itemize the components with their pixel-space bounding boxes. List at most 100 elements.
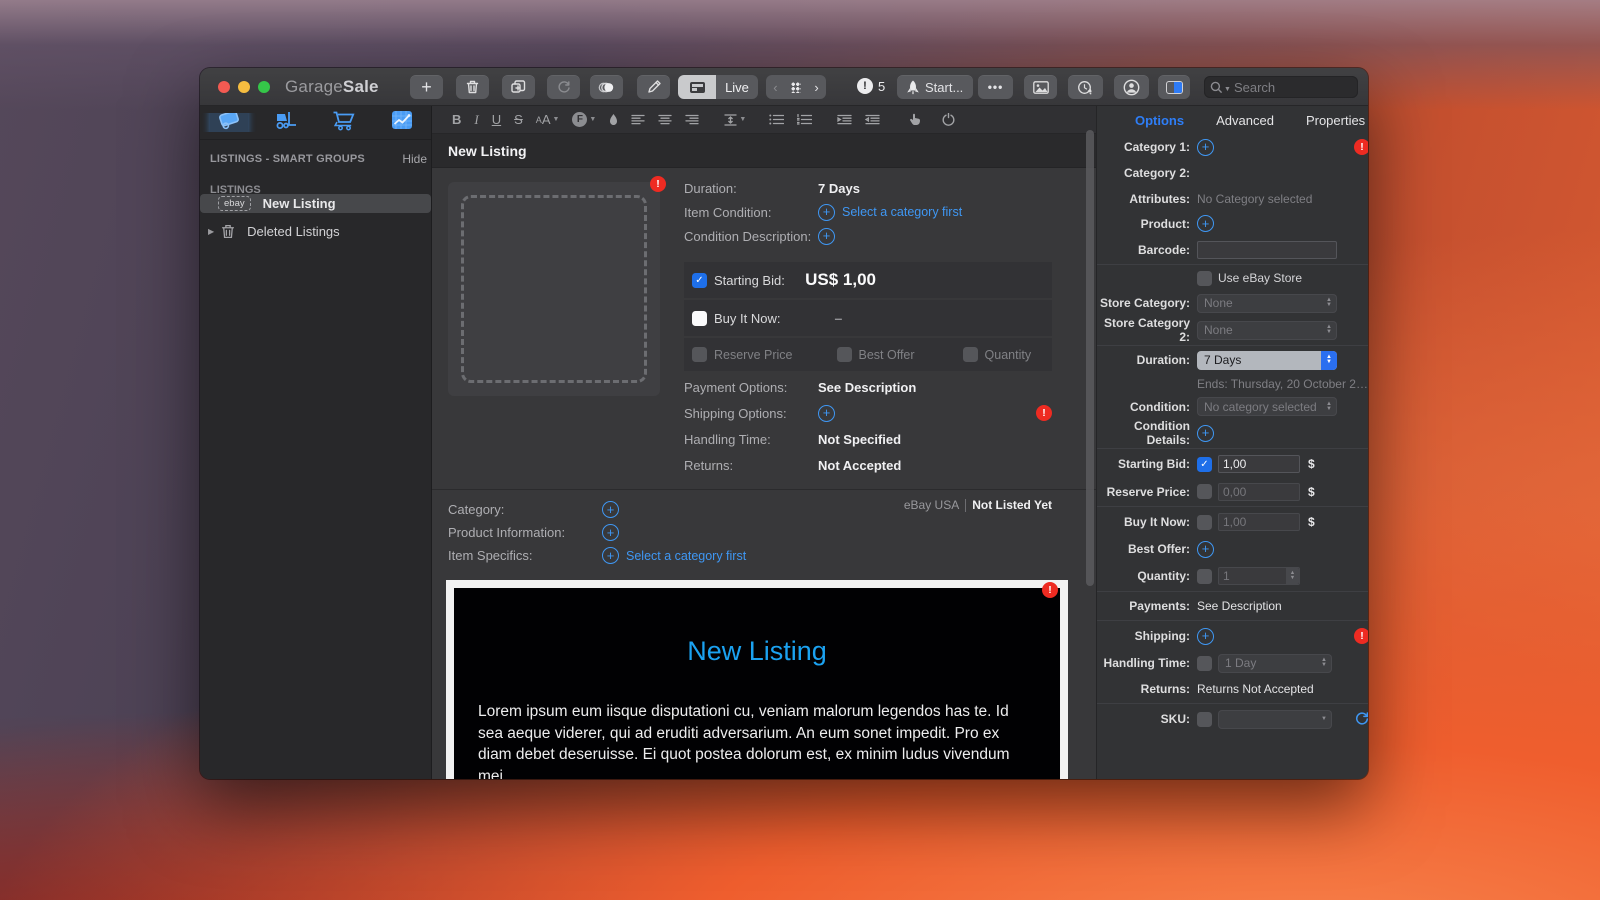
italic-button[interactable]: I bbox=[474, 112, 478, 128]
live-view-segment[interactable]: Live bbox=[716, 75, 758, 99]
product-row: Product: bbox=[1097, 211, 1368, 236]
sidebar-tab-inventory[interactable] bbox=[258, 107, 316, 139]
condition-row: Condition: No category selected▲▼ bbox=[1097, 394, 1368, 419]
minimize-window-button[interactable] bbox=[238, 81, 250, 93]
line-spacing-button[interactable]: ▼ bbox=[724, 114, 746, 126]
buy-it-now-checkbox[interactable] bbox=[692, 311, 707, 326]
duration-select[interactable]: 7 Days▲▼ bbox=[1197, 351, 1337, 370]
add-product-icon[interactable] bbox=[1197, 215, 1214, 232]
buy-it-now-checkbox[interactable] bbox=[1197, 515, 1212, 530]
text-color-button[interactable] bbox=[609, 113, 618, 126]
sidebar-item-deleted-listings[interactable]: ▶ Deleted Listings bbox=[200, 219, 431, 243]
handling-time-checkbox[interactable] bbox=[1197, 656, 1212, 671]
starting-bid-checkbox[interactable] bbox=[1197, 457, 1212, 472]
preview-navigation-group[interactable]: ‹ › bbox=[766, 75, 826, 99]
add-shipping-icon[interactable] bbox=[818, 405, 835, 422]
text-size-button[interactable]: AA▼ bbox=[536, 112, 560, 127]
vertical-scrollbar[interactable] bbox=[1086, 130, 1094, 586]
reserve-price-checkbox[interactable] bbox=[692, 347, 707, 362]
delete-button[interactable] bbox=[456, 75, 489, 99]
sidebar-tab-listings[interactable] bbox=[200, 113, 258, 132]
scheduler-button[interactable] bbox=[1068, 75, 1103, 99]
add-category1-icon[interactable] bbox=[1197, 139, 1214, 156]
quantity-checkbox[interactable] bbox=[963, 347, 978, 362]
numbered-list-button[interactable] bbox=[797, 114, 812, 125]
chevron-down-icon: ▼ bbox=[1316, 710, 1332, 729]
sidebar-panel-icon bbox=[1166, 81, 1183, 94]
sku-checkbox[interactable] bbox=[1197, 712, 1212, 727]
validate-button[interactable] bbox=[942, 113, 955, 126]
starting-bid-checkbox[interactable] bbox=[692, 273, 707, 288]
select-category-link[interactable]: Select a category first bbox=[842, 205, 962, 219]
grid-view-icon[interactable] bbox=[791, 82, 801, 93]
align-left-button[interactable] bbox=[631, 114, 645, 125]
underline-button[interactable]: U bbox=[492, 112, 501, 127]
description-preview[interactable]: New Listing Lorem ipsum eum iisque dispu… bbox=[446, 580, 1068, 779]
add-item-condition-icon[interactable] bbox=[818, 204, 835, 221]
add-condition-details-icon[interactable] bbox=[1197, 425, 1214, 442]
attributes-row: Attributes: No Category selected bbox=[1097, 186, 1368, 211]
start-listing-button[interactable]: Start... bbox=[897, 75, 973, 99]
align-center-button[interactable] bbox=[658, 114, 672, 125]
reserve-price-input[interactable] bbox=[1218, 483, 1300, 501]
stepper-icon: ▲▼ bbox=[1316, 654, 1332, 673]
tab-properties[interactable]: Properties bbox=[1306, 113, 1365, 128]
new-listing-button[interactable]: + bbox=[410, 75, 443, 99]
edit-button[interactable] bbox=[637, 75, 670, 99]
sidebar-tab-orders[interactable] bbox=[316, 107, 374, 139]
close-window-button[interactable] bbox=[218, 81, 230, 93]
bold-button[interactable]: B bbox=[452, 112, 461, 127]
align-right-button[interactable] bbox=[685, 114, 699, 125]
add-condition-description-icon[interactable] bbox=[818, 228, 835, 245]
quantity-stepper[interactable]: ▲▼ bbox=[1218, 567, 1300, 585]
select-category-link[interactable]: Select a category first bbox=[626, 549, 746, 563]
toggle-inspector-button[interactable] bbox=[1158, 75, 1190, 99]
media-browser-button[interactable] bbox=[1024, 75, 1057, 99]
image-placeholder[interactable] bbox=[448, 182, 660, 396]
account-button[interactable] bbox=[1114, 75, 1149, 99]
use-ebay-store-checkbox[interactable] bbox=[1197, 271, 1212, 286]
tab-options[interactable]: Options bbox=[1135, 113, 1184, 128]
previous-icon[interactable]: ‹ bbox=[766, 80, 785, 95]
editor-view-segment[interactable] bbox=[678, 75, 716, 99]
sidebar-tab-statistics[interactable] bbox=[373, 107, 431, 138]
search-field[interactable]: ▼ bbox=[1204, 76, 1358, 98]
add-best-offer-icon[interactable] bbox=[1197, 541, 1214, 558]
reserve-price-checkbox[interactable] bbox=[1197, 484, 1212, 499]
buy-it-now-input[interactable] bbox=[1218, 513, 1300, 531]
indent-increase-button[interactable] bbox=[837, 114, 852, 125]
chevron-down-icon: ▼ bbox=[589, 116, 596, 123]
add-item-specifics-icon[interactable] bbox=[602, 547, 619, 564]
revert-button[interactable] bbox=[547, 75, 580, 99]
zoom-window-button[interactable] bbox=[258, 81, 270, 93]
add-shipping-icon[interactable] bbox=[1197, 628, 1214, 645]
bullet-list-button[interactable] bbox=[769, 114, 784, 125]
add-product-information-icon[interactable] bbox=[602, 524, 619, 541]
view-mode-segmented-control[interactable]: Live bbox=[678, 75, 758, 99]
barcode-input[interactable] bbox=[1197, 241, 1337, 259]
hide-button[interactable]: Hide bbox=[402, 152, 427, 166]
quantity-checkbox[interactable] bbox=[1197, 569, 1212, 584]
payments-value: See Description bbox=[1197, 599, 1282, 613]
orbit-mode-button[interactable] bbox=[590, 75, 623, 99]
search-scope-chevron-icon[interactable]: ▼ bbox=[1224, 86, 1231, 93]
font-button[interactable]: F▼ bbox=[572, 112, 596, 127]
problems-indicator[interactable]: ! 5 bbox=[857, 78, 885, 94]
starting-bid-input[interactable] bbox=[1218, 455, 1300, 473]
disclosure-triangle-icon[interactable]: ▶ bbox=[208, 227, 214, 236]
add-category-icon[interactable] bbox=[602, 501, 619, 518]
next-icon[interactable]: › bbox=[807, 80, 826, 95]
search-input[interactable] bbox=[1234, 80, 1352, 95]
best-offer-checkbox[interactable] bbox=[837, 347, 852, 362]
tab-advanced[interactable]: Advanced bbox=[1216, 113, 1274, 128]
generate-sku-icon[interactable] bbox=[1354, 711, 1368, 727]
strikethrough-button[interactable]: S bbox=[514, 112, 523, 127]
more-actions-button[interactable]: ••• bbox=[978, 75, 1013, 99]
titlebar[interactable]: GarageSale + bbox=[200, 68, 1368, 106]
description-error-badge-icon bbox=[1042, 582, 1058, 598]
shopping-cart-icon bbox=[332, 110, 357, 131]
duplicate-button[interactable] bbox=[502, 75, 535, 99]
sidebar-item-new-listing[interactable]: ebay New Listing bbox=[200, 194, 431, 213]
insert-link-button[interactable] bbox=[909, 113, 921, 126]
indent-decrease-button[interactable] bbox=[865, 114, 880, 125]
